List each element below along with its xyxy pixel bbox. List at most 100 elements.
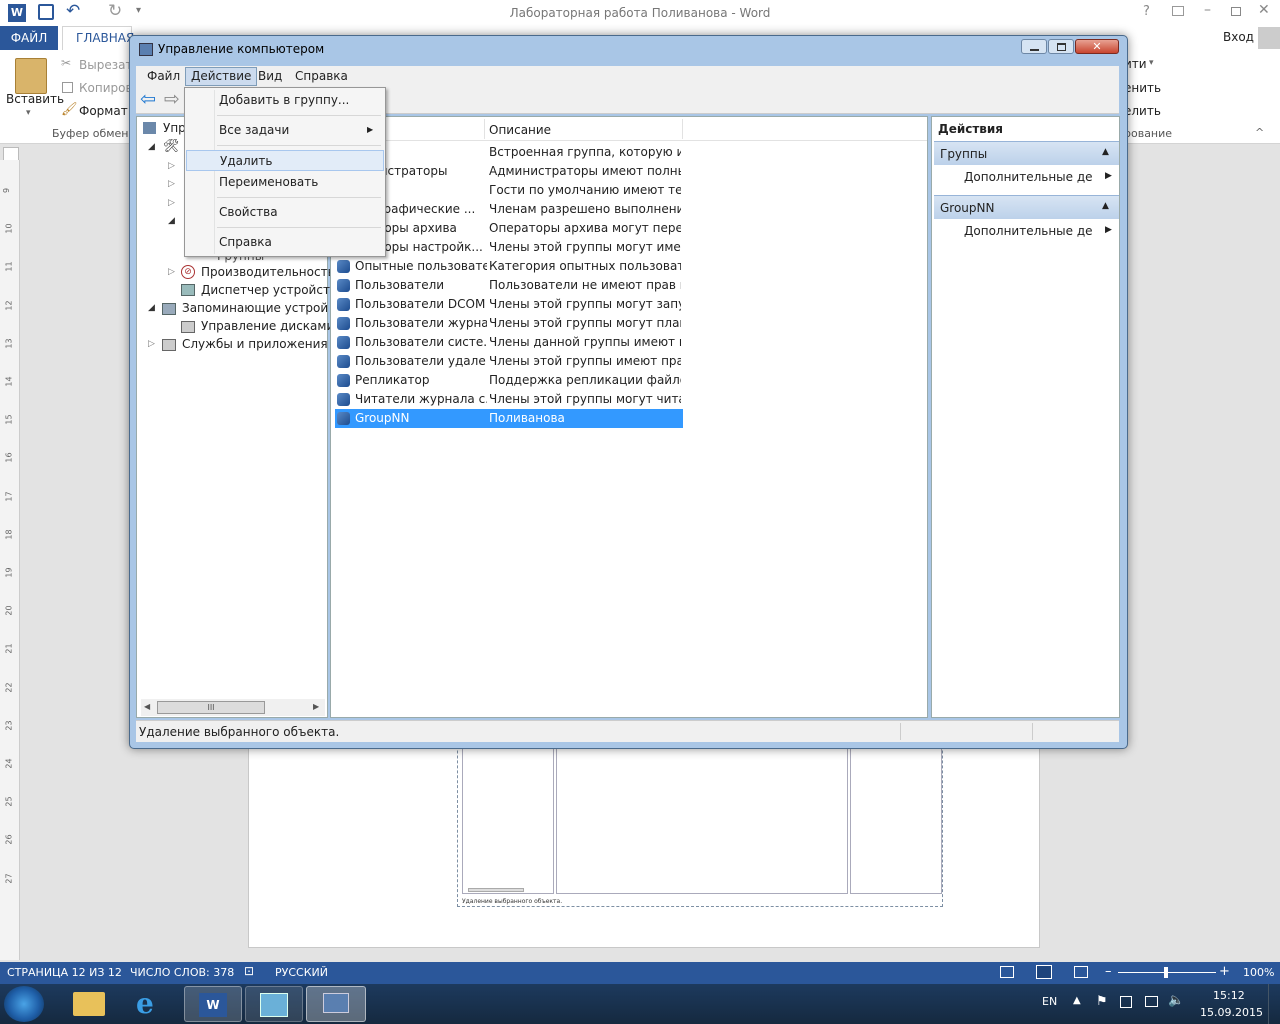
mmc-maximize-button[interactable] [1048, 39, 1074, 54]
collapse-up-icon[interactable]: ▲ [1102, 201, 1109, 211]
tree-item-root[interactable]: Упр [163, 119, 186, 138]
windows-flag-icon[interactable] [1120, 996, 1132, 1008]
system-tools-icon[interactable]: 🛠 [163, 139, 180, 154]
tab-home[interactable]: ГЛАВНАЯ [62, 26, 134, 50]
table-row[interactable]: министраторы Администраторы имеют полны..… [335, 162, 683, 181]
scroll-thumb[interactable]: III [157, 701, 265, 714]
column-divider[interactable] [682, 119, 683, 139]
actions-section-groups[interactable]: Группы ▲ [934, 141, 1119, 165]
start-button-icon[interactable] [4, 986, 44, 1022]
menu-delete[interactable]: Удалить [186, 150, 384, 171]
show-desktop-button[interactable] [1268, 984, 1280, 1024]
tree-collapse-icon[interactable]: ◢ [168, 216, 175, 226]
ie-taskbar-icon[interactable]: e [136, 987, 154, 1020]
computer-management-taskbar-button[interactable] [306, 986, 366, 1022]
tray-date[interactable]: 15.09.2015 [1200, 1006, 1263, 1019]
submenu-arrow-icon[interactable]: ▶ [367, 125, 373, 134]
menu-add-to-group[interactable]: Добавить в группу... [186, 90, 384, 111]
table-row[interactable]: Читатели журнала с... Члены этой группы м… [335, 390, 683, 409]
minimize-icon[interactable]: – [1204, 2, 1211, 18]
mmc-close-button[interactable]: ✕ [1075, 39, 1119, 54]
table-row[interactable]: Пользователи DCOM Члены этой группы могут… [335, 295, 683, 314]
menu-properties[interactable]: Свойства [186, 202, 384, 223]
mmc-minimize-button[interactable] [1021, 39, 1047, 54]
status-words[interactable]: ЧИСЛО СЛОВ: 378 [130, 966, 234, 979]
table-row[interactable]: ераторы настройк... Члены этой группы мог… [335, 238, 683, 257]
restore-icon[interactable] [1231, 7, 1241, 16]
scroll-right-icon[interactable]: ▶ [313, 702, 319, 711]
paste-dropdown-icon[interactable]: ▾ [26, 108, 31, 118]
ribbon-right-label-b[interactable]: енить [1124, 81, 1161, 95]
ribbon-display-icon[interactable] [1172, 6, 1184, 16]
tree-item-performance[interactable]: Производительность [201, 263, 335, 282]
ruler-tab-selector[interactable] [3, 147, 19, 161]
close-icon[interactable]: ✕ [1258, 2, 1270, 18]
ribbon-right-dropdown-icon[interactable]: ▾ [1149, 58, 1154, 68]
table-row[interactable]: Опытные пользовате... Категория опытных п… [335, 257, 683, 276]
paste-button[interactable]: Вставить [6, 92, 64, 106]
volume-icon[interactable]: 🔈 [1168, 993, 1184, 1008]
copy-button[interactable]: Копировать [79, 81, 129, 95]
menu-help-item[interactable]: Справка [186, 232, 384, 253]
zoom-level[interactable]: 100% [1243, 966, 1274, 979]
control-panel-taskbar-button[interactable] [245, 986, 303, 1022]
format-painter-icon[interactable]: 🖌 [61, 102, 78, 117]
read-mode-icon[interactable] [1000, 966, 1014, 978]
table-row[interactable]: Репликатор Поддержка репликации файлов... [335, 371, 683, 390]
mmc-app-icon[interactable] [139, 43, 153, 56]
tree-collapse-icon[interactable]: ◢ [148, 303, 155, 313]
submenu-arrow-icon[interactable]: ▶ [1105, 171, 1112, 181]
table-row[interactable]: Гости по умолчанию имеют те ... [335, 181, 683, 200]
table-row[interactable]: Пользователи журна... Члены этой группы м… [335, 314, 683, 333]
zoom-out-button[interactable]: – [1105, 964, 1112, 979]
tray-expand-icon[interactable]: ▲ [1073, 995, 1081, 1006]
tree-item-disk-management[interactable]: Управление дисками [201, 317, 334, 336]
word-taskbar-button[interactable]: W [184, 986, 242, 1022]
tree-item-storage[interactable]: Запоминающие устройст [182, 299, 327, 318]
menu-help[interactable]: Справка [290, 67, 353, 86]
actions-more-selected[interactable]: Дополнительные дей... [964, 222, 1092, 241]
tree-expand-icon[interactable]: ▷ [168, 179, 175, 189]
menu-rename[interactable]: Переименовать [186, 172, 384, 193]
explorer-taskbar-icon[interactable] [73, 992, 105, 1016]
actions-more-groups[interactable]: Дополнительные дей... [964, 168, 1092, 187]
menu-file[interactable]: Файл [142, 67, 185, 86]
forward-arrow-icon[interactable]: ⇨ [164, 88, 180, 110]
column-header-description[interactable]: Описание [489, 123, 551, 137]
collapse-ribbon-icon[interactable]: ^ [1255, 126, 1264, 139]
table-row[interactable]: GroupNN Поливанова [335, 409, 683, 428]
back-arrow-icon[interactable]: ⇦ [140, 88, 156, 110]
scissors-icon[interactable]: ✂ [61, 56, 71, 70]
table-row[interactable]: Пользователи удале... Члены этой группы и… [335, 352, 683, 371]
cut-button[interactable]: Вырезать [79, 58, 129, 72]
table-row[interactable]: SRSВстроенная группа, которую ис... [335, 143, 683, 162]
table-row[interactable]: ераторы архива Операторы архива могут пер… [335, 219, 683, 238]
tree-expand-icon[interactable]: ▷ [168, 198, 175, 208]
tray-time[interactable]: 15:12 [1213, 989, 1245, 1002]
action-center-icon[interactable]: ⚑ [1096, 994, 1108, 1009]
menu-action[interactable]: Действие [185, 67, 258, 86]
tree-expand-icon[interactable]: ▷ [168, 267, 175, 277]
table-row[interactable]: Пользователи Пользователи не имеют прав н… [335, 276, 683, 295]
tree-item-services[interactable]: Службы и приложения [182, 335, 328, 354]
tree-hscrollbar[interactable]: ◀ III ▶ [141, 699, 325, 716]
scroll-left-icon[interactable]: ◀ [144, 702, 150, 711]
format-painter-button[interactable]: Формат по образцу [79, 104, 129, 118]
tab-file[interactable]: ФАЙЛ [0, 26, 58, 50]
status-page[interactable]: СТРАНИЦА 12 ИЗ 12 [7, 966, 122, 979]
tree-expand-icon[interactable]: ▷ [168, 161, 175, 171]
paste-icon[interactable] [15, 58, 47, 94]
tree-expand-icon[interactable]: ▷ [148, 339, 155, 349]
sign-in-link[interactable]: Вход [1223, 30, 1254, 44]
user-avatar-icon[interactable] [1258, 27, 1280, 49]
zoom-in-button[interactable]: + [1219, 964, 1230, 979]
help-icon[interactable]: ? [1143, 4, 1150, 19]
print-layout-icon[interactable] [1036, 965, 1052, 979]
network-icon[interactable] [1145, 996, 1158, 1007]
submenu-arrow-icon[interactable]: ▶ [1105, 225, 1112, 235]
menu-all-tasks[interactable]: Все задачи [186, 120, 384, 141]
column-divider[interactable] [484, 119, 485, 139]
collapse-up-icon[interactable]: ▲ [1102, 147, 1109, 157]
actions-section-selected[interactable]: GroupNN ▲ [934, 195, 1119, 219]
zoom-slider-thumb[interactable] [1164, 967, 1168, 978]
